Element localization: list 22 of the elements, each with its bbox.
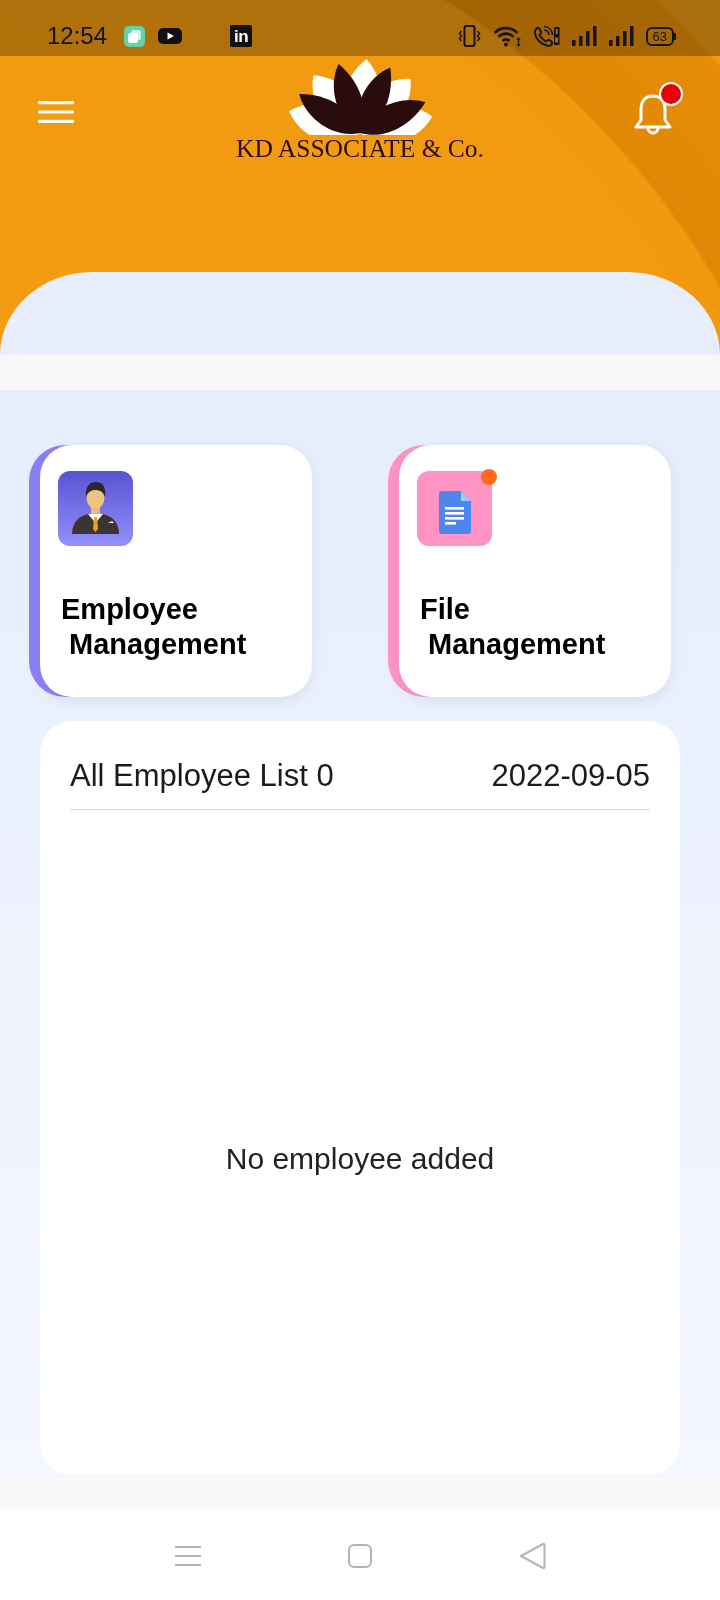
app-logo: in	[230, 25, 253, 47]
status-time: 12:54	[47, 23, 108, 49]
signal-icon	[608, 25, 634, 47]
menu-card[interactable]: Employee Management	[29, 445, 312, 697]
vibrate-icon	[457, 24, 481, 48]
menu-card[interactable]: File Management	[388, 445, 671, 697]
wifi-icon	[492, 25, 521, 47]
menu-icon[interactable]	[174, 1544, 201, 1567]
person-tile-icon	[58, 471, 133, 546]
brand-name: KD ASSOCIATE & Co.	[236, 135, 484, 162]
empty-message: No employee added	[225, 1141, 495, 1176]
list-date: 2022-09-05	[491, 757, 650, 795]
document-tile-icon	[417, 471, 492, 546]
home-icon[interactable]	[347, 1543, 372, 1568]
call-icon	[532, 25, 560, 47]
menu-icon[interactable]	[38, 101, 74, 123]
play-icon	[158, 28, 183, 44]
list-title: All Employee List 0	[70, 757, 334, 795]
battery-indicator: 63	[645, 26, 676, 46]
stacked-squares-icon	[124, 25, 146, 47]
signal-icon	[571, 25, 597, 47]
back-icon[interactable]	[518, 1541, 546, 1570]
